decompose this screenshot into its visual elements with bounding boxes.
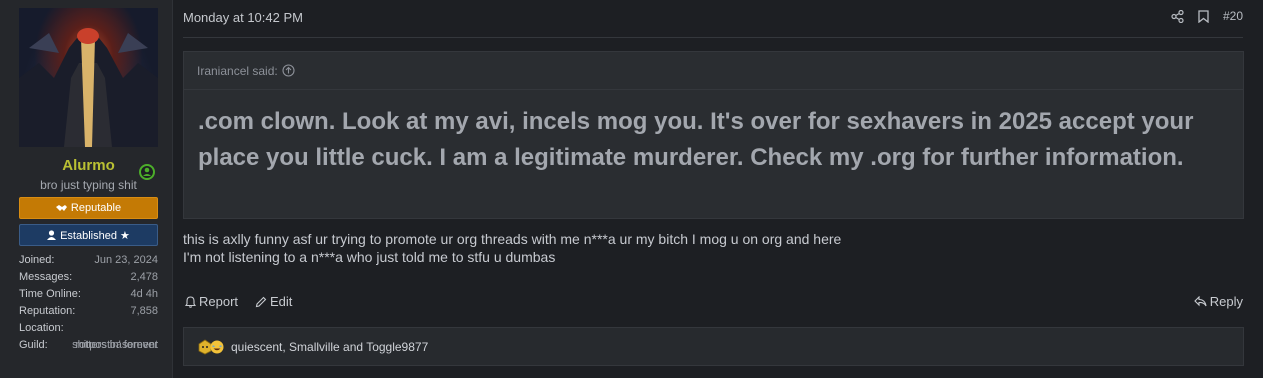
stat-reputation: Reputation: 7,858 [19, 303, 158, 320]
stat-value: Jun 23, 2024 [94, 254, 158, 266]
quote-header[interactable]: Iraniancel said: [184, 52, 1243, 90]
stat-joined: Joined: Jun 23, 2024 [19, 252, 158, 269]
stat-location: Location: rotters basement [19, 320, 158, 351]
user-stats: Joined: Jun 23, 2024 Messages: 2,478 Tim… [19, 252, 158, 354]
stat-messages: Messages: 2,478 [19, 269, 158, 286]
report-button[interactable]: Report [185, 294, 238, 309]
user-title: bro just typing shit [40, 178, 137, 192]
reply-icon [1193, 296, 1207, 307]
reaction-emoji-icon [198, 339, 224, 354]
stat-value: 4d 4h [130, 288, 158, 300]
reputable-banner: Reputable [19, 197, 158, 219]
stat-value[interactable]: 2,478 [130, 269, 158, 286]
avatar-image [19, 28, 158, 147]
post-date[interactable]: Monday at 10:42 PM [183, 10, 303, 25]
stat-key: Guild: [19, 339, 48, 351]
post-number[interactable]: #20 [1223, 9, 1243, 23]
bell-icon [185, 295, 196, 308]
post-main: Monday at 10:42 PM #20 Iraniancel said: … [172, 0, 1263, 378]
report-label: Report [199, 294, 239, 309]
arrow-up-circle-icon[interactable] [282, 64, 295, 77]
reaction-icons [197, 339, 225, 355]
quote-block: Iraniancel said: .com clown. Look at my … [183, 51, 1244, 219]
stat-key: Reputation: [19, 305, 76, 317]
user-icon [47, 230, 57, 240]
established-label: Established ★ [60, 229, 130, 242]
quote-text: .com clown. Look at my avi, incels mog y… [198, 108, 1194, 171]
stat-value: shitpostin' forever [72, 339, 158, 351]
post-actions: #20 [1171, 9, 1243, 23]
stat-key: Time Online: [19, 288, 81, 300]
reactions-bar[interactable]: quiescent, Smallville and Toggle9877 [183, 327, 1244, 366]
username[interactable]: Alurmo [0, 157, 177, 174]
post-line: this is axlly funny asf ur trying to pro… [183, 231, 842, 247]
handshake-icon [55, 204, 67, 211]
reaction-users[interactable]: quiescent, Smallville and Toggle9877 [231, 340, 428, 354]
stat-key: Messages: [19, 271, 73, 283]
post-line: I'm not listening to a n***a who just to… [183, 249, 556, 265]
reply-label: Reply [1209, 294, 1243, 309]
edit-label: Edit [270, 294, 293, 309]
reputable-label: Reputable [70, 202, 122, 214]
stat-key: Location: [19, 322, 64, 334]
stat-key: Joined: [19, 254, 55, 266]
post-footer: Report Edit Reply [183, 294, 1243, 312]
bookmark-icon[interactable] [1198, 9, 1209, 23]
reply-button[interactable]: Reply [1193, 294, 1243, 309]
header-divider [183, 37, 1243, 38]
share-icon[interactable] [1171, 9, 1184, 23]
stat-value: 7,858 [130, 305, 158, 317]
stat-guild: Guild: shitpostin' forever [19, 337, 158, 354]
stat-time-online: Time Online: 4d 4h [19, 286, 158, 303]
edit-button[interactable]: Edit [255, 294, 292, 309]
post-body: this is axlly funny asf ur trying to pro… [183, 230, 841, 266]
pencil-icon [255, 296, 267, 307]
avatar[interactable] [19, 8, 158, 147]
established-banner: Established ★ [19, 224, 158, 246]
user-sidebar: Alurmo bro just typing shit Reputable Es… [0, 0, 173, 378]
quote-author[interactable]: Iraniancel said: [197, 64, 278, 78]
